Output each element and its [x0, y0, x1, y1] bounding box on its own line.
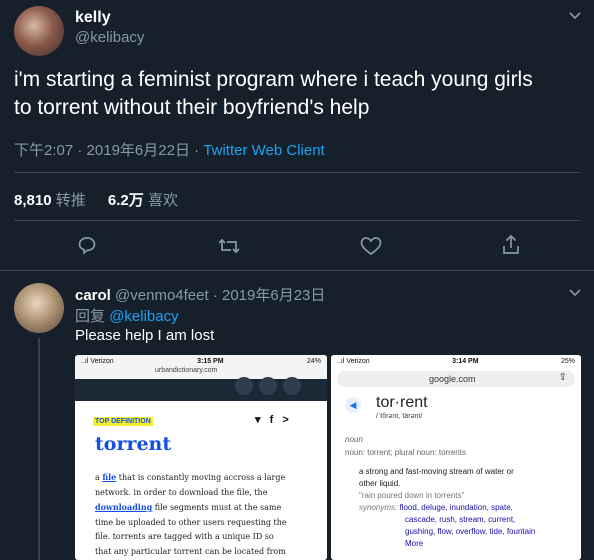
g-example: "rain poured down in torrents" [359, 491, 465, 500]
synonym-link[interactable]: flood, deluge, inundation, spate, [399, 503, 512, 512]
display-name[interactable]: kelly [75, 9, 111, 27]
url: urbandictionary.com [155, 367, 218, 374]
avatar[interactable] [14, 6, 64, 56]
divider [0, 270, 594, 271]
status-bar: ..ıl Verizon 3:14 PM 25% [331, 355, 581, 367]
screenshot-urban-dictionary[interactable]: ..ıl Verizon 3:15 PM 24% urbandictionary… [75, 355, 327, 560]
def-line: network. in order to download the file, … [95, 487, 268, 497]
separator-dot: · [212, 287, 218, 304]
reply-to-label: 回复 [75, 308, 106, 325]
ud-nav-circle [235, 377, 253, 395]
facebook-icon[interactable]: f [270, 414, 274, 426]
top-definition-badge: TOP DEFINITION [93, 417, 153, 426]
def-line: a file that is constantly moving accross… [95, 472, 286, 482]
engagement-stats: 8,810 转推 6.2万 喜欢 [14, 189, 178, 210]
synonyms-more[interactable]: More [359, 538, 569, 550]
separator-dot: · [77, 142, 83, 159]
ud-link[interactable]: file [102, 472, 116, 482]
battery: 25% [560, 357, 575, 365]
twitter-icon[interactable]: ▾ [255, 414, 261, 426]
ud-definition: a file that is constantly moving accross… [95, 470, 313, 559]
def-line: downloading file segments must at the sa… [95, 502, 282, 512]
likes-label: 喜欢 [147, 192, 178, 209]
g-definition: a strong and fast-moving stream of water… [359, 466, 569, 550]
synonyms-label: synonyms: [359, 503, 398, 512]
retweets-count: 8,810 [14, 192, 52, 209]
separator-dot: · [194, 142, 200, 159]
screenshot-google[interactable]: ..ıl Verizon 3:14 PM 25% google.com ⇪ ◀ … [331, 355, 581, 560]
reply-text: Please help I am lost [75, 327, 215, 344]
ud-card: TOP DEFINITION ▾ f > torrent a file that… [75, 401, 327, 560]
g-forms: noun: torrent; plural noun: torrents [345, 448, 466, 457]
reply-date[interactable]: 2019年6月23日 [222, 287, 325, 304]
ud-link[interactable]: downloading [95, 502, 152, 512]
def-line: file. torrents are tagged with a unique … [95, 532, 274, 541]
g-part-of-speech: noun [345, 435, 363, 444]
handle[interactable]: @kelibacy [75, 29, 144, 46]
g-pronunciation: /ˈtôrənt,ˈtärənt/ [376, 413, 423, 420]
thread-line [38, 338, 40, 560]
def-line: that any particular torrent can be locat… [95, 546, 286, 556]
dictionary-card: ◀ tor·rent /ˈtôrənt,ˈtärənt/ noun noun: … [331, 387, 581, 560]
chevron-down-icon[interactable] [568, 288, 582, 298]
carrier: ..ıl Verizon [81, 357, 114, 365]
tweet-time[interactable]: 下午2:07 [14, 142, 73, 159]
battery: 24% [306, 357, 321, 365]
clock: 3:15 PM [197, 357, 224, 365]
tweet-meta: 下午2:07 · 2019年6月22日 · Twitter Web Client [14, 139, 325, 160]
reply-display-name[interactable]: carol [75, 287, 111, 304]
reply-header: carol @venmo4feet · 2019年6月23日 [75, 284, 325, 305]
speaker-icon[interactable]: ◀ [345, 397, 361, 413]
tweet-text-line-1: i'm starting a feminist program where i … [14, 68, 533, 91]
g-word: tor·rent [376, 394, 428, 411]
ud-nav-circle [283, 377, 301, 395]
share-icon[interactable] [501, 234, 521, 256]
def-line: other liquid. [359, 479, 401, 488]
divider [14, 172, 580, 173]
url-bar[interactable]: google.com ⇪ [337, 371, 575, 387]
ud-header [75, 377, 327, 395]
synonyms-row: synonyms: flood, deluge, inundation, spa… [359, 502, 569, 514]
ud-word[interactable]: torrent [95, 433, 171, 455]
retweets-stat[interactable]: 8,810 转推 [14, 192, 90, 209]
reply-to: 回复 @kelibacy [75, 305, 179, 326]
carrier: ..ıl Verizon [337, 357, 370, 365]
tweet-client[interactable]: Twitter Web Client [203, 142, 324, 159]
url: google.com [429, 374, 476, 384]
likes-stat[interactable]: 6.2万 喜欢 [108, 192, 178, 209]
ud-nav-circle [259, 377, 277, 395]
reply-icon[interactable] [77, 235, 97, 255]
tweet-date[interactable]: 2019年6月22日 [87, 142, 190, 159]
divider [14, 220, 580, 221]
tweet-text-line-2: to torrent without their boyfriend's hel… [14, 96, 370, 119]
share-icon[interactable]: > [282, 414, 288, 426]
tweet-text: i'm starting a feminist program where i … [14, 66, 584, 122]
share-icon[interactable]: ⇪ [559, 372, 567, 383]
synonym-link[interactable]: gushing, flow, overflow, tide, fountain [359, 526, 569, 538]
likes-count: 6.2万 [107, 192, 144, 209]
reply-handle[interactable]: @venmo4feet [115, 287, 209, 304]
clock: 3:14 PM [452, 357, 479, 365]
like-icon[interactable] [360, 236, 382, 256]
synonym-link[interactable]: cascade, rush, stream, current, [359, 514, 569, 526]
retweet-icon[interactable] [217, 236, 241, 256]
def-line: time be uploaded to other users requesti… [95, 517, 287, 527]
ud-share-icons: ▾ f > [255, 413, 289, 426]
avatar[interactable] [14, 283, 64, 333]
def-line: a strong and fast-moving stream of water… [359, 467, 514, 476]
reply-to-handle[interactable]: @kelibacy [109, 308, 178, 325]
status-bar: ..ıl Verizon 3:15 PM 24% [75, 355, 327, 367]
chevron-down-icon[interactable] [568, 11, 582, 21]
retweets-label: 转推 [55, 192, 86, 209]
